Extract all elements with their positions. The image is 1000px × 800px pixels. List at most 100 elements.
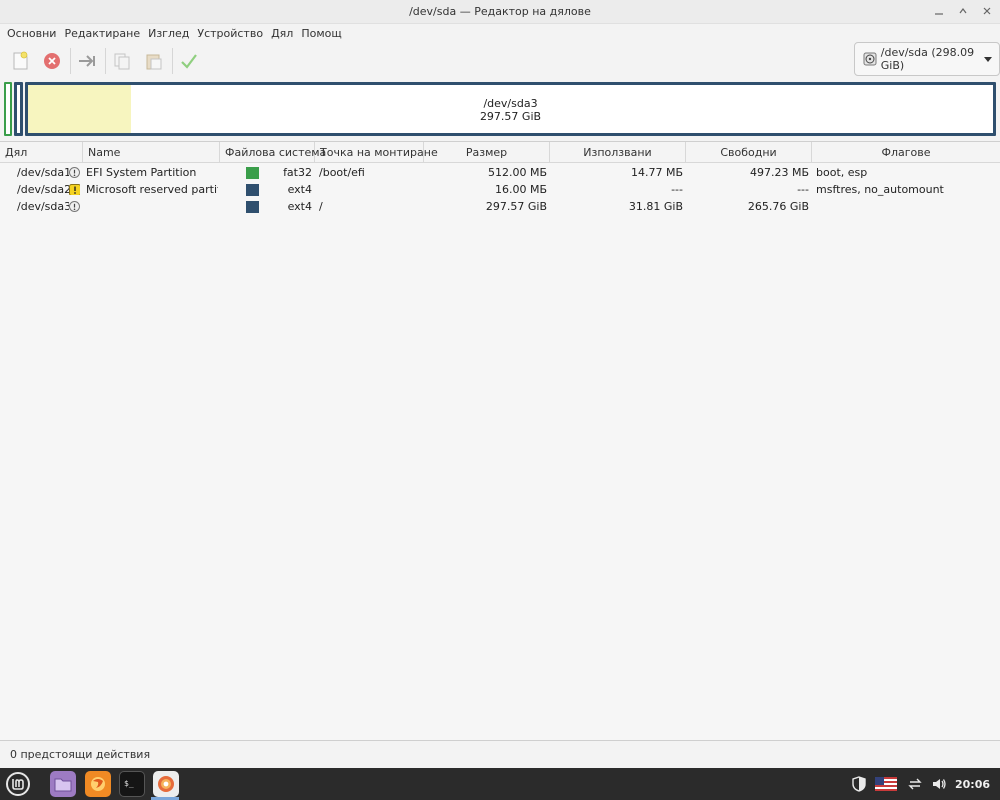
firefox-icon — [91, 777, 105, 791]
cell-mountpoint — [319, 181, 423, 198]
hard-disk-icon — [863, 52, 877, 66]
device-selector[interactable]: /dev/sda (298.09 GiB) — [854, 42, 1000, 76]
cell-flags: msftres, no_automount — [816, 183, 944, 196]
cell-mountpoint: / — [319, 200, 323, 213]
resize-move-button[interactable] — [73, 47, 101, 75]
partition-block-label: /dev/sda3 297.57 GiB — [28, 97, 993, 123]
system-tray: 20:06 — [851, 768, 1000, 800]
delete-partition-button[interactable] — [38, 47, 66, 75]
menu-gparted[interactable]: Основни — [4, 27, 59, 40]
column-header-size[interactable]: Размер — [424, 142, 550, 163]
cell-mountpoint: /boot/efi — [319, 166, 365, 179]
cell-free: 265.76 GiB — [747, 200, 809, 213]
menu-partition[interactable]: Дял — [268, 27, 296, 40]
cell-filesystem: ext4 — [287, 200, 312, 213]
info-icon — [69, 167, 80, 178]
cell-name: Microsoft reserved partition — [86, 183, 218, 196]
terminal-icon: $_ — [124, 779, 134, 788]
cell-used: 31.81 GiB — [628, 200, 683, 213]
device-selector-label: /dev/sda (298.09 GiB) — [880, 46, 975, 72]
taskbar: $_ 20:06 — [0, 768, 1000, 800]
resize-move-icon — [79, 55, 95, 67]
copy-icon — [114, 53, 130, 70]
partition-block-sda1[interactable] — [4, 82, 12, 136]
window-controls — [932, 4, 994, 18]
toolbar-separator — [105, 48, 106, 74]
cell-used: --- — [671, 183, 683, 196]
table-header: Дял Name Файлова система Точка на монтир… — [0, 142, 1000, 163]
table-row[interactable]: /dev/sda2 Microsoft reserved partition e… — [0, 181, 1000, 198]
network-icon[interactable] — [907, 776, 923, 792]
start-menu-button[interactable] — [5, 771, 31, 797]
filesystem-color-swatch — [246, 201, 259, 213]
taskbar-firefox-button[interactable] — [85, 771, 111, 797]
column-header-filesystem[interactable]: Файлова система — [220, 142, 326, 163]
checkmark-icon — [181, 54, 197, 69]
taskbar-terminal-button[interactable]: $_ — [119, 771, 145, 797]
column-header-free[interactable]: Свободни — [686, 142, 812, 163]
taskbar-gparted-button[interactable] — [153, 771, 179, 797]
menu-view[interactable]: Изглед — [145, 27, 192, 40]
menu-device[interactable]: Устройство — [194, 27, 266, 40]
cell-size: 16.00 МБ — [494, 183, 547, 196]
column-header-used[interactable]: Използвани — [550, 142, 686, 163]
cell-partition: /dev/sda2 — [17, 183, 69, 196]
menu-edit[interactable]: Редактиране — [61, 27, 143, 40]
disk-partition-map: /dev/sda3 297.57 GiB — [4, 82, 996, 136]
info-icon — [69, 201, 80, 212]
warning-icon — [69, 184, 80, 195]
cell-size: 297.57 GiB — [485, 200, 547, 213]
cell-name: EFI System Partition — [86, 166, 197, 179]
cell-free: 497.23 МБ — [749, 166, 809, 179]
close-icon — [983, 7, 991, 15]
apply-button[interactable] — [175, 47, 203, 75]
column-header-flags[interactable]: Флагове — [812, 142, 1000, 163]
copy-button[interactable] — [108, 47, 136, 75]
filesystem-color-swatch — [246, 167, 259, 179]
toolbar-separator — [172, 48, 173, 74]
paste-icon — [146, 54, 162, 70]
new-partition-button[interactable] — [6, 47, 34, 75]
cell-filesystem: ext4 — [287, 183, 312, 196]
toolbar: /dev/sda (298.09 GiB) — [0, 42, 1000, 80]
cell-size: 512.00 МБ — [487, 166, 547, 179]
cell-free: --- — [797, 183, 809, 196]
maximize-button[interactable] — [956, 4, 970, 18]
cell-flags: boot, esp — [816, 166, 868, 179]
partition-block-size: 297.57 GiB — [479, 110, 542, 123]
taskbar-files-button[interactable] — [50, 771, 76, 797]
maximize-icon — [959, 8, 967, 14]
close-button[interactable] — [980, 4, 994, 18]
menu-help[interactable]: Помощ — [298, 27, 344, 40]
new-document-icon — [13, 51, 28, 70]
minimize-button[interactable] — [932, 4, 946, 18]
cell-used: 14.77 МБ — [630, 166, 683, 179]
status-bar: 0 предстоящи действия — [0, 742, 1000, 768]
column-header-name[interactable]: Name — [83, 142, 220, 163]
chevron-down-icon — [984, 57, 992, 62]
folder-icon — [54, 778, 72, 792]
cell-partition: /dev/sda3 — [17, 200, 69, 213]
partition-table: Дял Name Файлова система Точка на монтир… — [0, 141, 1000, 741]
paste-button[interactable] — [140, 47, 168, 75]
clock[interactable]: 20:06 — [955, 778, 990, 791]
table-row[interactable]: /dev/sda3 ext4 / 297.57 GiB 31.81 GiB 26… — [0, 198, 1000, 215]
shield-icon[interactable] — [851, 776, 867, 792]
filesystem-color-swatch — [246, 184, 259, 196]
volume-icon[interactable] — [931, 776, 947, 792]
column-header-partition[interactable]: Дял — [0, 142, 83, 163]
column-header-mountpoint[interactable]: Точка на монтиране — [315, 142, 438, 163]
table-row[interactable]: /dev/sda1 EFI System Partition fat32 /bo… — [0, 164, 1000, 181]
gparted-icon — [158, 776, 174, 792]
linux-mint-logo-icon — [6, 772, 30, 796]
partition-block-name: /dev/sda3 — [483, 97, 538, 110]
cell-partition: /dev/sda1 — [17, 166, 69, 179]
table-body: /dev/sda1 EFI System Partition fat32 /bo… — [0, 163, 1000, 215]
keyboard-layout-flag-icon[interactable] — [874, 777, 897, 791]
delete-icon — [44, 53, 60, 69]
partition-block-sda2[interactable] — [14, 82, 23, 136]
partition-block-sda3[interactable]: /dev/sda3 297.57 GiB — [25, 82, 996, 136]
window-title: /dev/sda — Редактор на дялове — [409, 5, 591, 18]
menu-bar: Основни Редактиране Изглед Устройство Дя… — [0, 24, 1000, 42]
cell-filesystem: fat32 — [283, 166, 312, 179]
